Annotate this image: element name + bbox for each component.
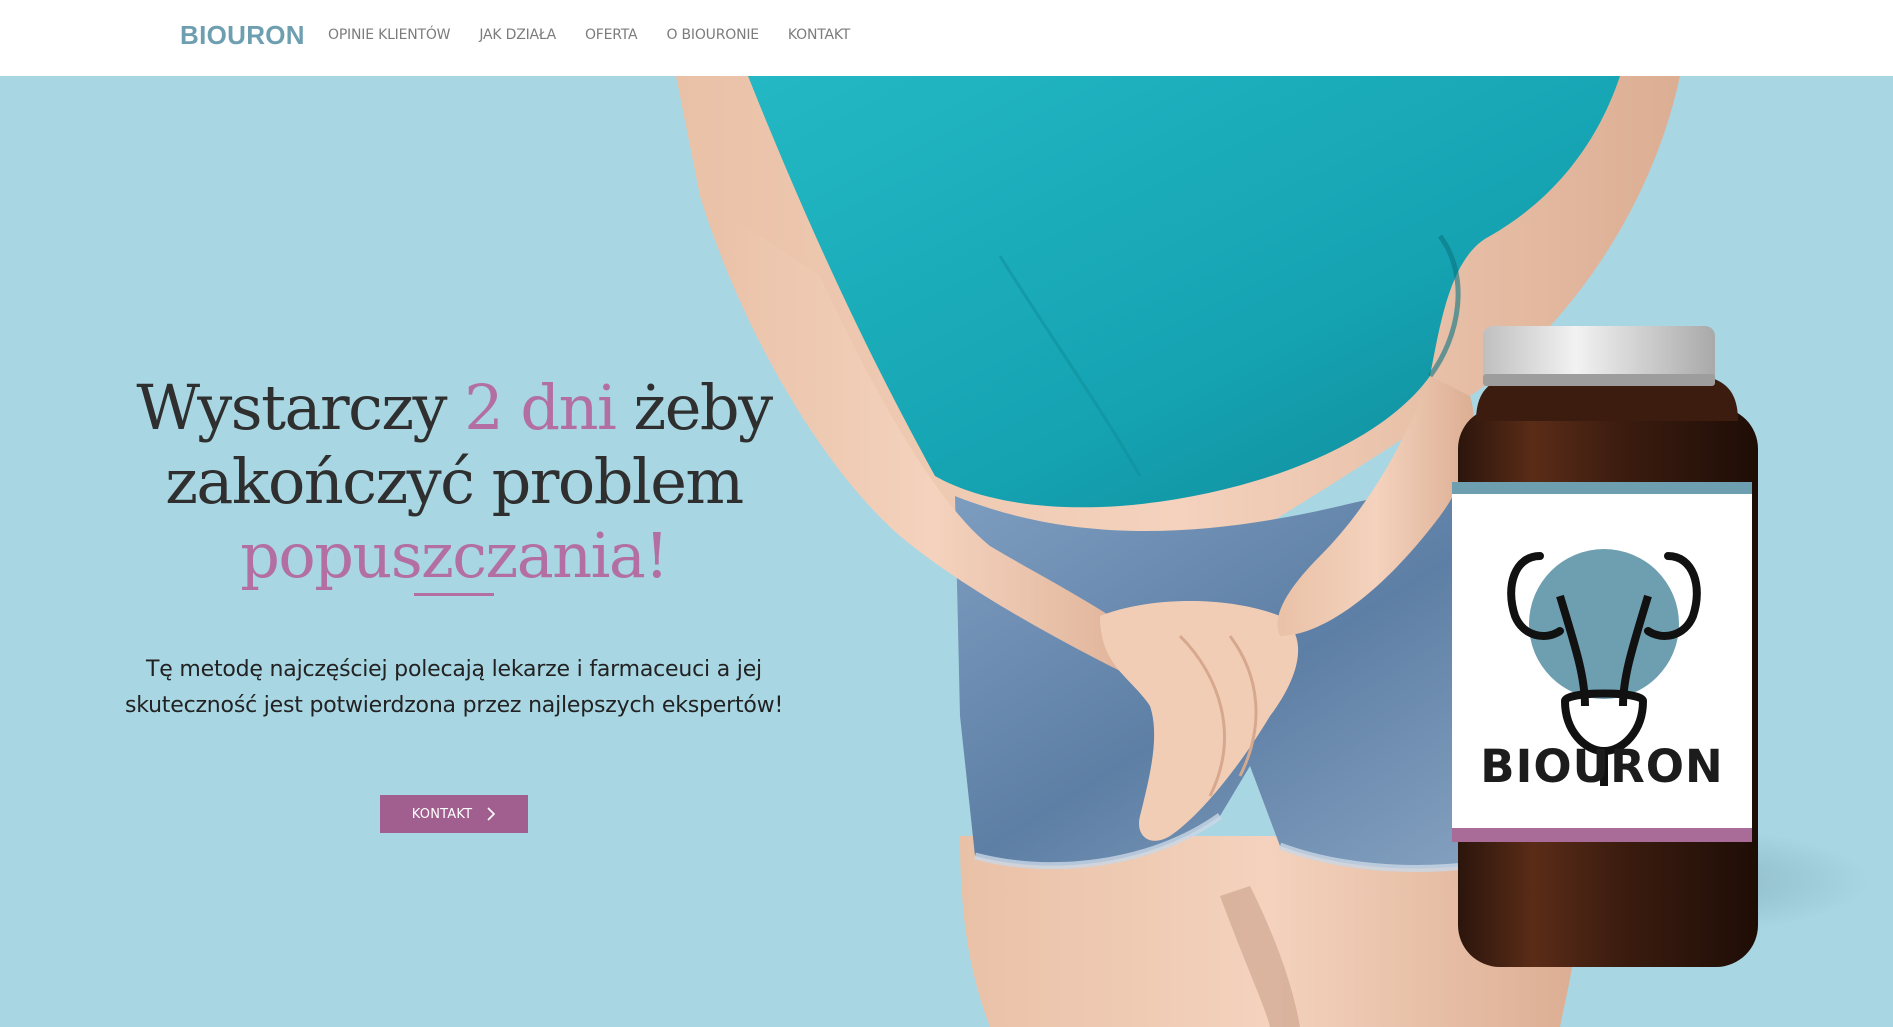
nav-item-opinie-klientow[interactable]: OPINIE KLIENTÓW (328, 27, 451, 43)
nav-item-kontakt[interactable]: KONTAKT (788, 27, 850, 43)
main-nav: OPINIE KLIENTÓW JAK DZIAŁA OFERTA O BIOU… (328, 27, 850, 43)
nav-item-oferta[interactable]: OFERTA (585, 27, 638, 43)
hero-section: BIOURON Wystarczy 2 dni żeby zakończyć p… (0, 76, 1893, 1027)
hero-subtext: Tę metodę najczęściej polecają lekarze i… (124, 657, 784, 718)
product-jar (1452, 326, 1758, 967)
headline-highlight-popuszczania: popuszczania! (240, 519, 669, 592)
headline-highlight-2-dni: 2 dni (464, 371, 617, 444)
nav-item-jak-dziala[interactable]: JAK DZIAŁA (479, 27, 556, 43)
headline-underline (414, 593, 494, 596)
nav-item-o-biouronie[interactable]: O BIOURONIE (666, 27, 759, 43)
hero-headline: Wystarczy 2 dni żeby zakończyć problem p… (120, 371, 788, 593)
brand-logo[interactable]: BIOURON (180, 20, 305, 51)
site-header: BIOURON OPINIE KLIENTÓW JAK DZIAŁA OFERT… (0, 0, 1893, 76)
kontakt-cta-button[interactable]: KONTAKT (380, 795, 528, 833)
jar-brand-text: BIOURON (1480, 740, 1724, 793)
headline-part-1: Wystarczy (136, 371, 465, 444)
chevron-right-icon (486, 807, 496, 821)
cta-label: KONTAKT (411, 806, 473, 822)
